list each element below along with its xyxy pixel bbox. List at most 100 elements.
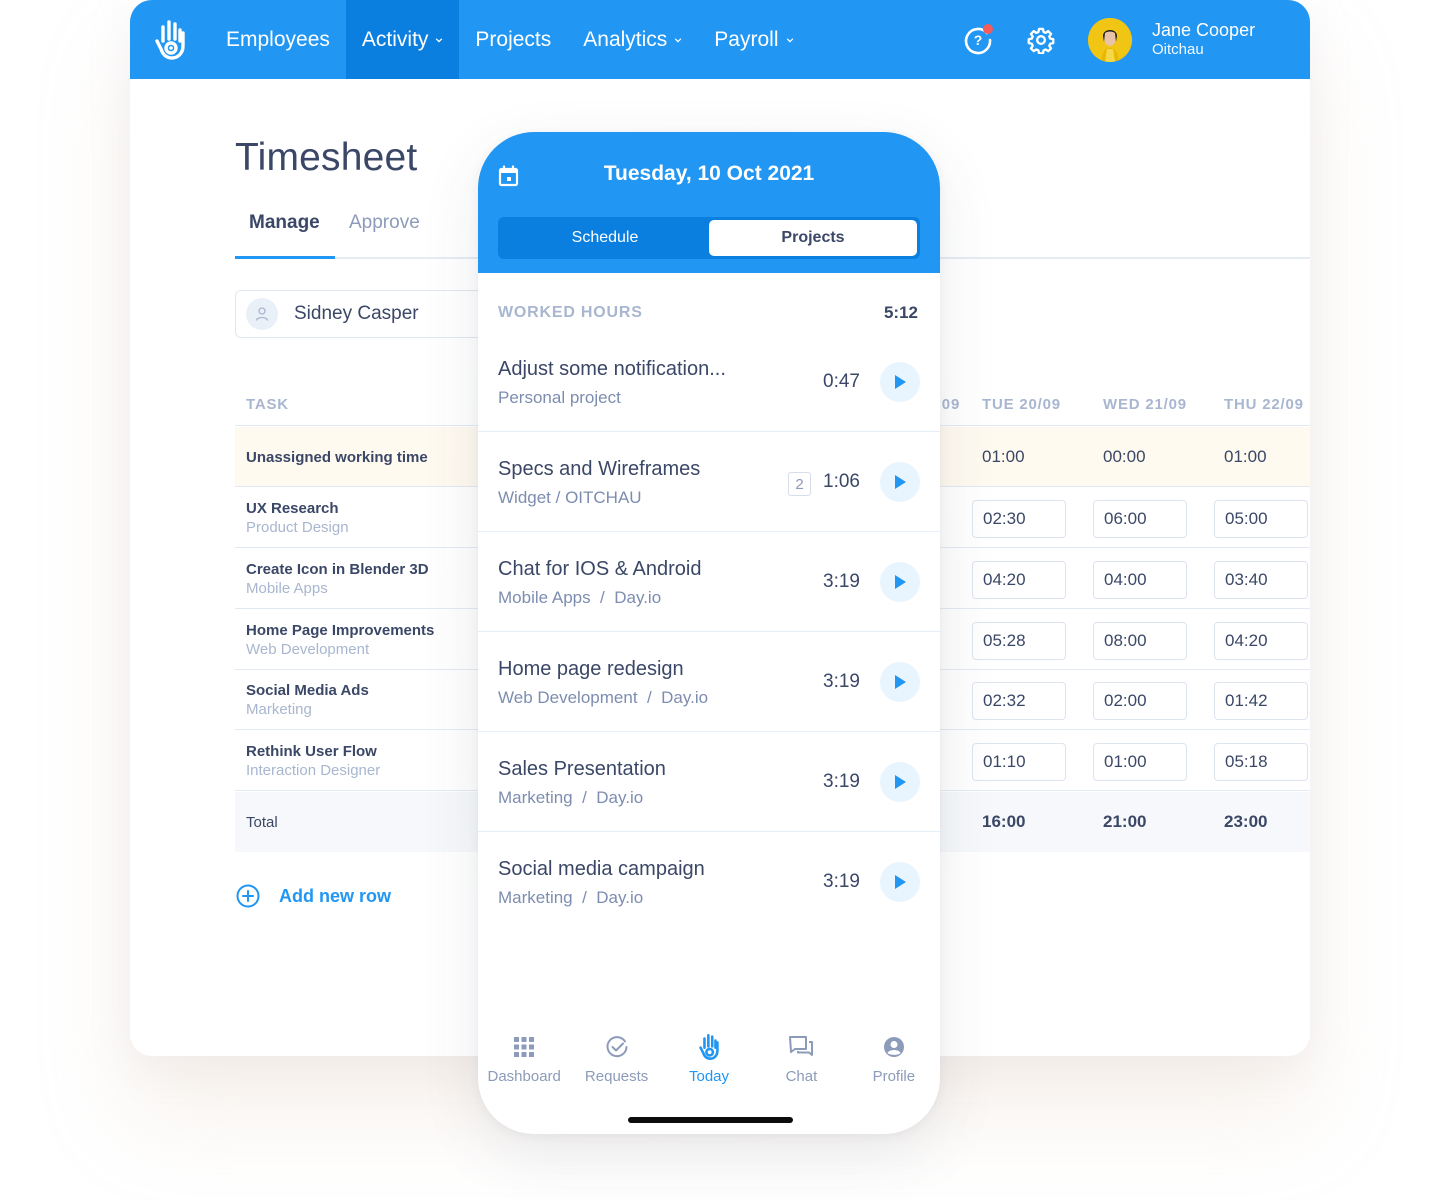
project-task-title: Sales Presentation bbox=[498, 758, 666, 780]
svg-text:?: ? bbox=[974, 32, 983, 48]
project-task-title: Home page redesign bbox=[498, 658, 684, 680]
project-list-item[interactable]: Specs and Wireframes Widget / OITCHAU 2 … bbox=[478, 432, 940, 532]
project-list-item[interactable]: Home page redesign Web Development / Day… bbox=[478, 632, 940, 732]
segment-projects[interactable]: Projects bbox=[709, 220, 917, 256]
worked-hours-total: 5:12 bbox=[883, 303, 918, 322]
task-name: Unassigned working time bbox=[246, 448, 428, 466]
tab-requests[interactable]: Requests bbox=[570, 1032, 662, 1102]
time-input-thu[interactable]: 04:20 bbox=[1214, 622, 1308, 660]
help-button[interactable]: ? bbox=[958, 20, 998, 60]
play-button[interactable] bbox=[880, 762, 920, 802]
settings-button[interactable] bbox=[1021, 20, 1061, 60]
project-list-item[interactable]: Chat for IOS & Android Mobile Apps / Day… bbox=[478, 532, 940, 632]
play-button[interactable] bbox=[880, 862, 920, 902]
mobile-header: Tuesday, 10 Oct 2021 Schedule Projects bbox=[478, 132, 940, 273]
employee-name: Sidney Casper bbox=[294, 303, 419, 324]
segment-schedule[interactable]: Schedule bbox=[501, 220, 709, 256]
play-button[interactable] bbox=[880, 562, 920, 602]
time-value-thu: 01:00 bbox=[1224, 447, 1267, 466]
task-cell: Total bbox=[246, 792, 278, 852]
task-cell: Unassigned working time bbox=[246, 427, 428, 487]
top-navigation-bar: Employees Activity Projects Analytics Pa… bbox=[130, 0, 1310, 79]
add-new-row-label: Add new row bbox=[279, 885, 391, 906]
gear-icon bbox=[1027, 27, 1055, 54]
project-task-title: Adjust some notification... bbox=[498, 358, 726, 380]
page-title: Timesheet bbox=[235, 136, 418, 179]
play-icon bbox=[895, 875, 906, 889]
tab-approve[interactable]: Approve bbox=[349, 212, 420, 234]
time-input-thu[interactable]: 05:18 bbox=[1214, 743, 1308, 781]
play-icon bbox=[895, 675, 906, 689]
task-name: Create Icon in Blender 3D bbox=[246, 561, 429, 578]
tab-today[interactable]: Today bbox=[663, 1032, 755, 1102]
current-date[interactable]: Tuesday, 10 Oct 2021 bbox=[478, 162, 940, 186]
chevron-down-icon bbox=[786, 37, 793, 43]
chat-icon bbox=[788, 1032, 814, 1062]
project-list-item[interactable]: Social media campaign Marketing / Day.io… bbox=[478, 832, 940, 932]
play-button[interactable] bbox=[880, 462, 920, 502]
tab-label: Dashboard bbox=[487, 1068, 561, 1085]
project-task-subtitle: Web Development / Day.io bbox=[498, 688, 709, 707]
project-task-title: Chat for IOS & Android bbox=[498, 558, 702, 580]
nav-label: Payroll bbox=[714, 27, 779, 51]
hand-logo-icon[interactable] bbox=[130, 0, 210, 79]
time-input-wed[interactable]: 06:00 bbox=[1093, 500, 1187, 538]
avatar[interactable] bbox=[1088, 18, 1132, 62]
tab-chat[interactable]: Chat bbox=[755, 1032, 847, 1102]
tab-label: Chat bbox=[785, 1068, 818, 1085]
project-task-title: Social media campaign bbox=[498, 858, 705, 880]
time-input-thu[interactable]: 01:42 bbox=[1214, 682, 1308, 720]
project-task-title: Specs and Wireframes bbox=[498, 458, 701, 480]
check-circle-icon bbox=[605, 1032, 629, 1062]
total-wed: 21:00 bbox=[1103, 812, 1147, 831]
user-icon bbox=[246, 298, 278, 330]
tab-dashboard[interactable]: Dashboard bbox=[478, 1032, 570, 1102]
nav-label: Projects bbox=[475, 27, 552, 51]
main-nav: Employees Activity Projects Analytics Pa… bbox=[210, 0, 810, 79]
project-task-subtitle: Personal project bbox=[498, 388, 621, 407]
profile-icon bbox=[883, 1032, 905, 1062]
project-task-time: 3:19 bbox=[823, 671, 860, 692]
task-project: Mobile Apps bbox=[246, 580, 328, 597]
task-cell: Rethink User Flow Interaction Designer bbox=[246, 731, 380, 791]
add-new-row-button[interactable]: Add new row bbox=[235, 883, 391, 909]
hand-logo-icon bbox=[698, 1032, 720, 1062]
nav-activity[interactable]: Activity bbox=[345, 0, 460, 79]
time-input-wed[interactable]: 04:00 bbox=[1093, 561, 1187, 599]
nav-payroll[interactable]: Payroll bbox=[698, 0, 809, 79]
time-input-thu[interactable]: 05:00 bbox=[1214, 500, 1308, 538]
project-task-time: 3:19 bbox=[823, 571, 860, 592]
time-input-thu[interactable]: 03:40 bbox=[1214, 561, 1308, 599]
nav-analytics[interactable]: Analytics bbox=[567, 0, 698, 79]
project-list-item[interactable]: Sales Presentation Marketing / Day.io 3:… bbox=[478, 732, 940, 832]
task-name: UX Research bbox=[246, 500, 339, 517]
column-header-wed: WED 21/09 bbox=[1103, 396, 1187, 413]
chevron-down-icon bbox=[675, 37, 682, 43]
task-cell: Home Page Improvements Web Development bbox=[246, 610, 434, 670]
project-task-time: 3:19 bbox=[823, 771, 860, 792]
user-name: Jane Cooper bbox=[1152, 20, 1256, 40]
task-project: Interaction Designer bbox=[246, 762, 381, 779]
play-button[interactable] bbox=[880, 662, 920, 702]
play-button[interactable] bbox=[880, 362, 920, 402]
task-project: Web Development bbox=[246, 641, 370, 658]
time-input-wed[interactable]: 02:00 bbox=[1093, 682, 1187, 720]
time-input-wed[interactable]: 01:00 bbox=[1093, 743, 1187, 781]
time-input-wed[interactable]: 08:00 bbox=[1093, 622, 1187, 660]
plus-circle-icon bbox=[236, 884, 260, 908]
user-info[interactable]: Jane Cooper Oitchau bbox=[1152, 19, 1255, 59]
mobile-app: Tuesday, 10 Oct 2021 Schedule Projects W… bbox=[478, 132, 940, 1134]
nav-employees[interactable]: Employees bbox=[210, 0, 346, 79]
tab-profile[interactable]: Profile bbox=[848, 1032, 940, 1102]
project-list-item[interactable]: Adjust some notification... Personal pro… bbox=[478, 332, 940, 432]
task-cell: Social Media Ads Marketing bbox=[246, 670, 369, 730]
column-header-task: TASK bbox=[246, 396, 289, 413]
project-task-subtitle: Marketing / Day.io bbox=[498, 888, 644, 907]
total-label: Total bbox=[246, 813, 278, 831]
tab-manage[interactable]: Manage bbox=[249, 212, 320, 234]
nav-projects[interactable]: Projects bbox=[459, 0, 567, 79]
time-value-wed: 00:00 bbox=[1103, 447, 1146, 466]
task-cell: Create Icon in Blender 3D Mobile Apps bbox=[246, 549, 429, 609]
active-tab-indicator bbox=[235, 256, 335, 259]
chevron-down-icon bbox=[436, 37, 443, 43]
